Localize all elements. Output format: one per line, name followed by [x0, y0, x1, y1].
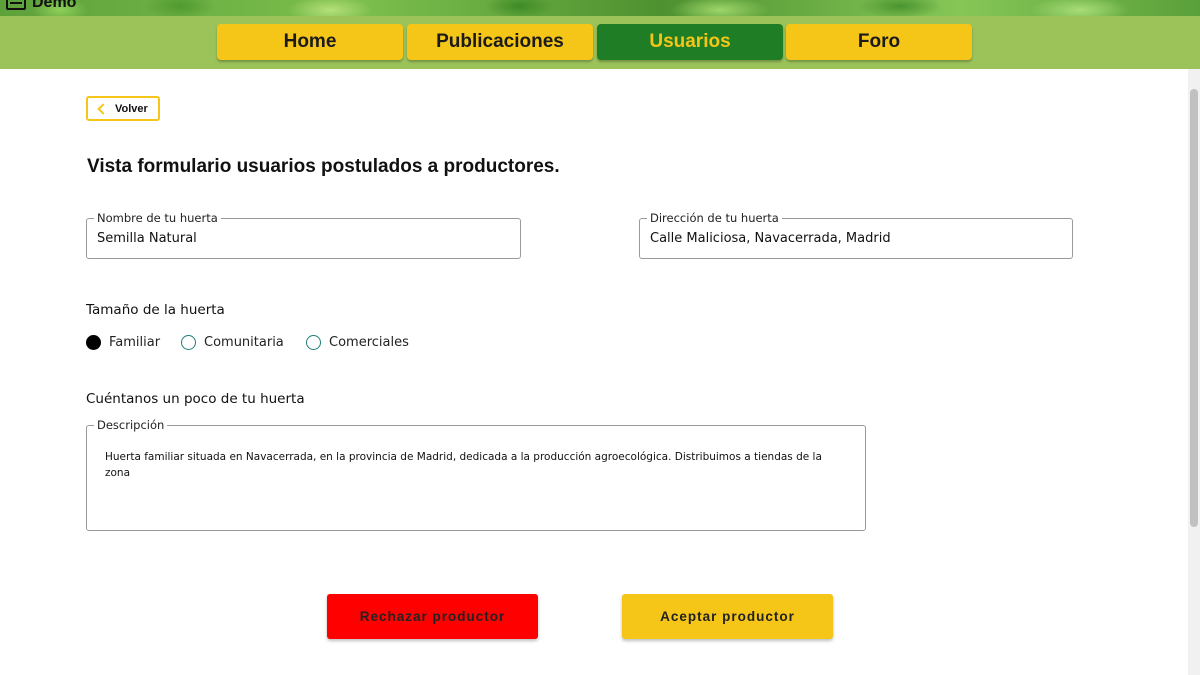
nav-usuarios[interactable]: Usuarios: [597, 24, 783, 60]
page-scrollbar[interactable]: [1188, 69, 1200, 675]
nav-home[interactable]: Home: [217, 24, 403, 60]
radio-comunitaria[interactable]: Comunitaria: [181, 335, 284, 350]
main-navbar: Home Publicaciones Usuarios Foro: [0, 16, 1200, 69]
header-banner-image: Demo: [0, 0, 1200, 16]
garden-name-field[interactable]: Nombre de tu huerta: [86, 211, 521, 259]
garden-size-label: Tamaño de la huerta: [86, 302, 225, 318]
radio-familiar-label: Familiar: [109, 335, 161, 350]
page-title: Vista formulario usuarios postulados a p…: [87, 156, 560, 177]
garden-address-legend: Dirección de tu huerta: [647, 211, 782, 225]
accept-producer-button[interactable]: Aceptar productor: [622, 594, 833, 639]
radio-comerciales-label: Comerciales: [329, 335, 409, 350]
back-button-label: Volver: [115, 102, 148, 115]
radio-comunitaria-label: Comunitaria: [204, 335, 284, 350]
description-textarea[interactable]: Descripción Huerta familiar situada en N…: [86, 418, 866, 531]
radio-checked-icon[interactable]: [86, 335, 101, 350]
garden-address-input[interactable]: [650, 231, 1062, 246]
back-button[interactable]: Volver: [86, 96, 160, 121]
brand-label: Demo: [32, 0, 77, 11]
reject-producer-button[interactable]: Rechazar productor: [327, 594, 538, 639]
radio-unchecked-icon[interactable]: [181, 335, 196, 350]
radio-comerciales[interactable]: Comerciales: [306, 335, 409, 350]
nav-foro[interactable]: Foro: [786, 24, 972, 60]
garden-address-field[interactable]: Dirección de tu huerta: [639, 211, 1073, 259]
about-garden-label: Cuéntanos un poco de tu huerta: [86, 391, 305, 407]
radio-unchecked-icon[interactable]: [306, 335, 321, 350]
brand[interactable]: Demo: [6, 0, 76, 12]
garden-name-legend: Nombre de tu huerta: [94, 211, 221, 225]
radio-familiar[interactable]: Familiar: [86, 335, 160, 350]
description-text[interactable]: Huerta familiar situada en Navacerrada, …: [105, 449, 845, 481]
chevron-left-icon: [97, 102, 109, 115]
garden-name-input[interactable]: [97, 231, 510, 246]
nav-publicaciones[interactable]: Publicaciones: [407, 24, 593, 60]
menu-icon: [6, 0, 26, 10]
scrollbar-thumb[interactable]: [1190, 89, 1198, 527]
description-legend: Descripción: [94, 418, 168, 432]
